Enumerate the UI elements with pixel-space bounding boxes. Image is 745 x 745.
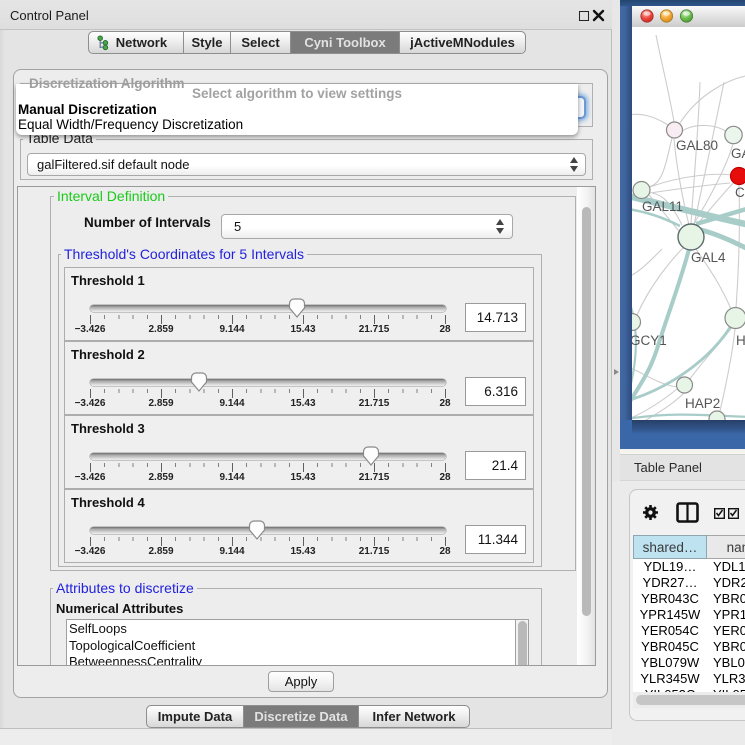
svg-text:CDC: CDC xyxy=(735,185,745,200)
svg-text:GAL11: GAL11 xyxy=(642,199,683,214)
svg-text:HIS: HIS xyxy=(736,333,745,348)
svg-text:GAL80: GAL80 xyxy=(676,138,718,153)
svg-text:GCY1: GCY1 xyxy=(632,333,667,348)
svg-text:GAL4: GAL4 xyxy=(691,250,726,265)
svg-text:HAP2: HAP2 xyxy=(685,396,720,411)
svg-text:GAL2: GAL2 xyxy=(731,146,745,161)
